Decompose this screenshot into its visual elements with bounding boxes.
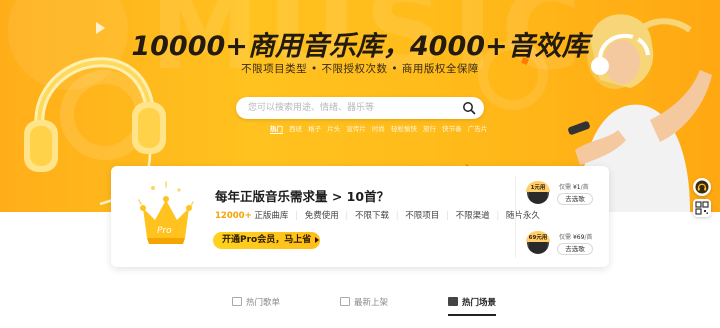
feature-item: 免费使用 xyxy=(304,211,339,221)
pro-membership-card: Pro 每年正版音乐需求量 > 10首？ 12000+ 正版曲库 | 免费使用 … xyxy=(111,166,609,267)
feature-item: 不限下载 xyxy=(355,211,390,221)
divider: | xyxy=(295,211,298,221)
divider: | xyxy=(496,211,500,221)
price-prefix: 仅需 xyxy=(559,234,572,241)
choose-song-button[interactable]: 去选歌 xyxy=(557,193,593,205)
price-value: ¥69 xyxy=(572,234,585,241)
join-pro-label: 开通Pro会员，马上省 xyxy=(222,235,312,245)
hot-tag[interactable]: 时尚 xyxy=(372,125,385,133)
tab-label: 热门场景 xyxy=(462,298,497,308)
pro-crown-icon: Pro xyxy=(138,181,194,244)
divider xyxy=(515,176,516,258)
search-input[interactable] xyxy=(248,100,448,116)
price-unit: /首 xyxy=(580,184,589,191)
join-pro-button[interactable]: 开通Pro会员，马上省 xyxy=(213,232,320,249)
pro-badge-label: Pro xyxy=(157,226,172,236)
feature-highlight: 12000+ xyxy=(215,211,252,221)
price-unit: /首 xyxy=(584,234,593,241)
hot-tag[interactable]: 片头 xyxy=(327,125,340,133)
feature-item: 不限渠道 xyxy=(455,211,490,221)
hot-tag[interactable]: 宣传片 xyxy=(346,125,366,133)
side-float-button[interactable] xyxy=(693,178,711,196)
playlist-icon xyxy=(232,297,242,306)
price-prefix: 仅需 xyxy=(559,184,572,191)
search-icon[interactable] xyxy=(462,101,476,115)
hot-tag[interactable]: 旅行 xyxy=(423,125,436,133)
qrcode-icon xyxy=(695,201,709,215)
tab-label: 热门歌单 xyxy=(246,298,281,308)
hero-subtitle: 不限项目类型 • 不限授权次数 • 商用版权全保障 xyxy=(241,63,479,75)
feature-item: 正版曲库 xyxy=(254,211,289,221)
divider: | xyxy=(345,211,349,221)
hot-tag[interactable]: 西班 xyxy=(289,125,302,133)
divider: | xyxy=(446,211,449,221)
hot-tag[interactable]: 快节奏 xyxy=(442,125,462,133)
card-title: 每年正版音乐需求量 > 10首？ xyxy=(215,189,390,204)
hot-tag[interactable]: 广告片 xyxy=(468,125,488,133)
scene-icon xyxy=(448,297,458,306)
play-arrow-icon xyxy=(315,236,320,243)
headset-icon xyxy=(695,180,709,194)
hot-search-tags: 热门 西班 格子 片头 宣传片 时尚 轻松愉快 旅行 快节奏 广告片 xyxy=(270,123,490,134)
hero-title: 10000+商用音乐库，4000+音效库 xyxy=(131,31,589,62)
feature-item: 不限项目 xyxy=(405,211,440,221)
disc-label: 69元用 xyxy=(528,235,548,241)
price-value: ¥1 xyxy=(572,184,581,191)
tab-hot-scenes[interactable]: 热门场景 xyxy=(448,296,497,318)
search-bar xyxy=(236,97,484,119)
new-icon xyxy=(340,297,350,306)
offer-price: 仅需 ¥1/首 xyxy=(559,182,589,191)
tab-label: 最新上架 xyxy=(354,298,389,308)
disc-label: 1元用 xyxy=(530,185,546,191)
divider: | xyxy=(395,211,399,221)
feature-list: 12000+ 正版曲库 | 免费使用 | 不限下载 | 不限项目 | 不限渠道 … xyxy=(215,209,540,221)
hot-tag[interactable]: 轻松愉快 xyxy=(391,125,417,133)
side-float-button[interactable] xyxy=(693,199,711,217)
tab-new-arrivals[interactable]: 最新上架 xyxy=(340,296,388,318)
tab-hot-playlists[interactable]: 热门歌单 xyxy=(232,296,280,318)
offer-item: 1元用 仅需 ¥1/首 去选歌 xyxy=(526,181,603,212)
hot-tag[interactable]: 格子 xyxy=(308,125,321,133)
hot-tag[interactable]: 热门 xyxy=(270,125,283,134)
section-tabs: 热门歌单 最新上架 热门场景 xyxy=(0,296,720,318)
feature-item: 随片永久 xyxy=(505,211,540,221)
choose-song-button[interactable]: 去选歌 xyxy=(557,243,593,255)
offer-item: 69元用 仅需 ¥69/首 去选歌 xyxy=(526,231,603,262)
offer-price: 仅需 ¥69/首 xyxy=(559,232,592,241)
